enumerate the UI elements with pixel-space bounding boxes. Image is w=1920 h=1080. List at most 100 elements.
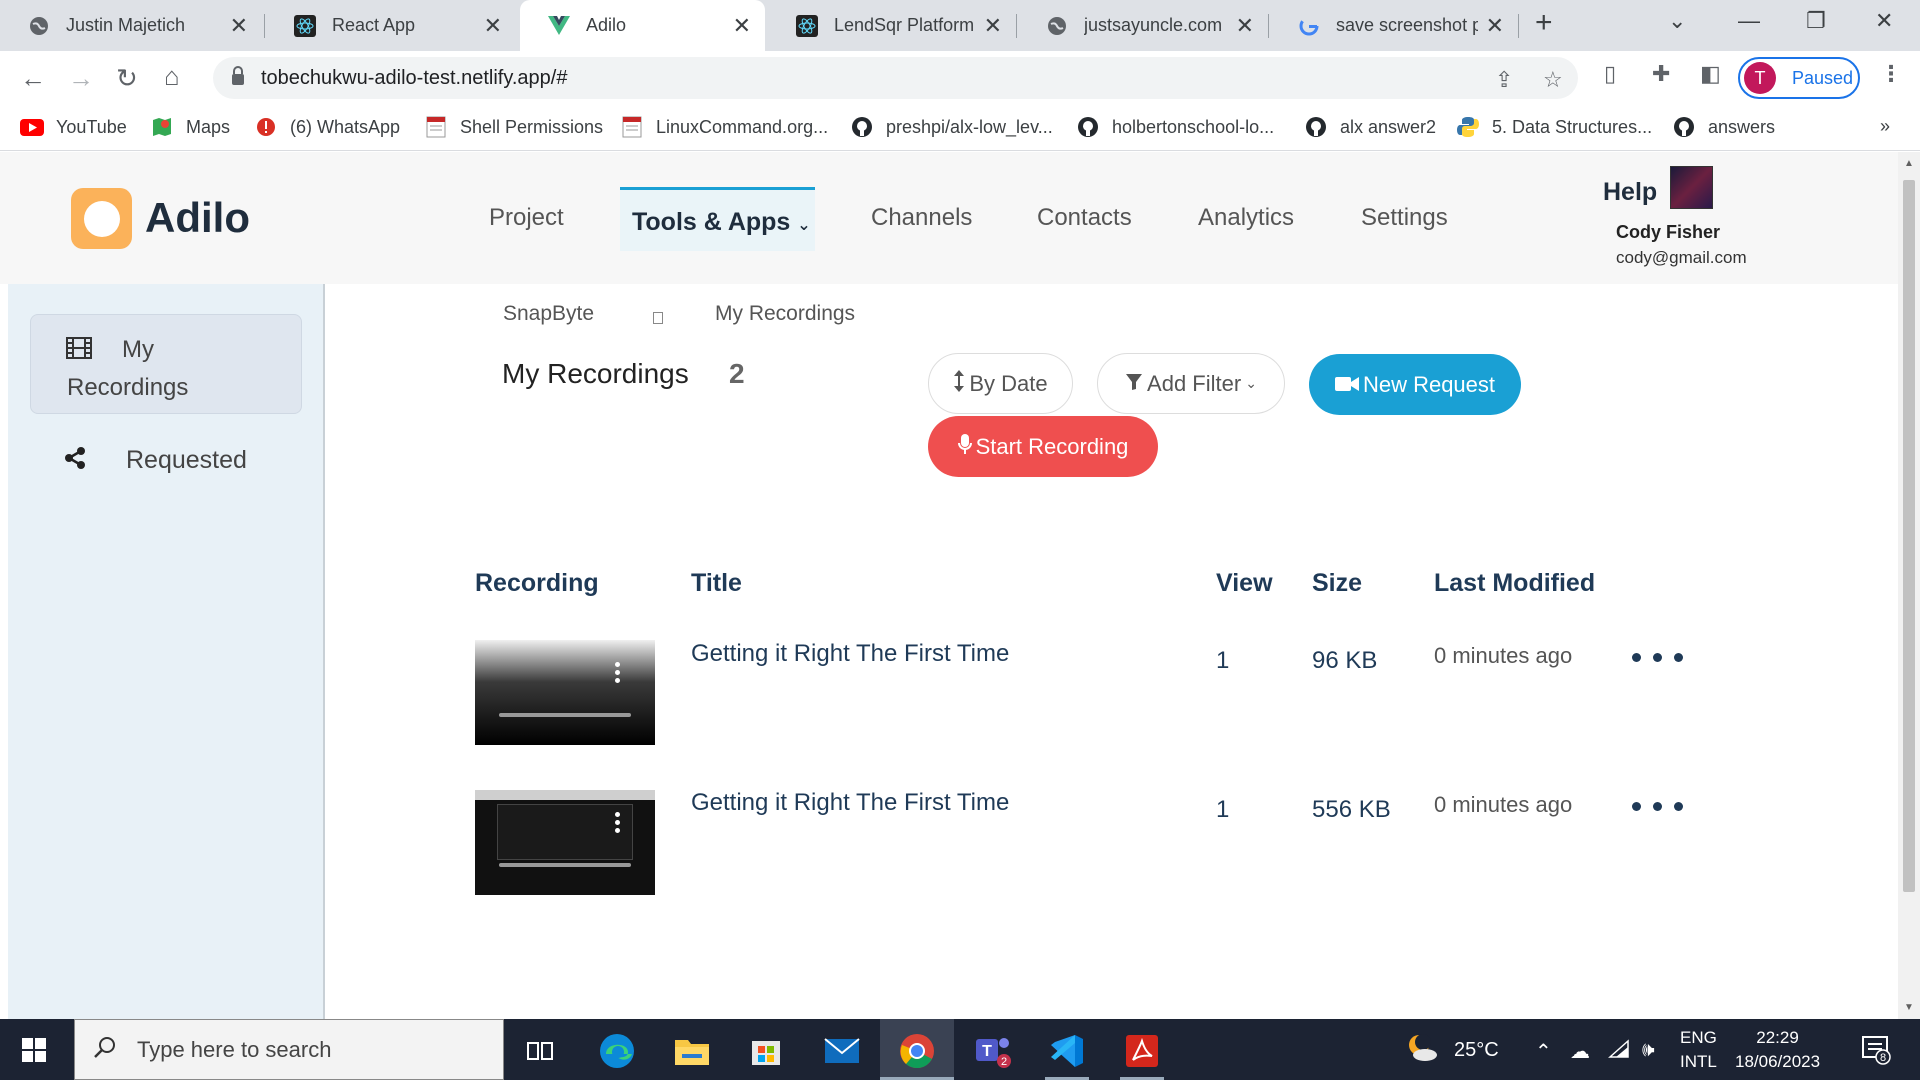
breadcrumb-current: My Recordings bbox=[715, 302, 856, 325]
scroll-down-icon[interactable]: ▼ bbox=[1904, 1002, 1914, 1013]
wifi-icon[interactable] bbox=[1608, 1039, 1630, 1065]
close-tab-icon[interactable]: ✕ bbox=[984, 13, 1002, 39]
more-menu-icon[interactable]: ⋮ bbox=[1880, 61, 1902, 87]
mail-icon[interactable] bbox=[820, 1029, 864, 1073]
minimize-button[interactable]: — bbox=[1738, 8, 1760, 34]
windows-start-icon[interactable] bbox=[22, 1038, 46, 1062]
teams-icon[interactable]: T2 bbox=[970, 1029, 1014, 1073]
thumbnail-menu-icon[interactable] bbox=[615, 812, 620, 836]
close-tab-icon[interactable]: ✕ bbox=[1236, 13, 1254, 39]
share-icon[interactable]: ⇪ bbox=[1495, 67, 1513, 93]
close-tab-icon[interactable]: ✕ bbox=[733, 13, 751, 39]
bookmark-data-structures[interactable]: 5. Data Structures... bbox=[1456, 116, 1652, 138]
weather-icon[interactable] bbox=[1405, 1033, 1439, 1069]
notifications-icon[interactable]: 8 bbox=[1860, 1033, 1892, 1071]
volume-icon[interactable]: 🕪 bbox=[1642, 1039, 1655, 1062]
sidebar: My Recordings Requested bbox=[8, 284, 325, 1019]
taskbar-search[interactable]: Type here to search bbox=[74, 1019, 504, 1080]
reading-mode-icon[interactable]: ▯ bbox=[1604, 61, 1616, 87]
address-bar[interactable]: tobechukwu-adilo-test.netlify.app/# ⇪ ☆ bbox=[213, 57, 1578, 99]
bookmark-holbertonschool[interactable]: holbertonschool-lo... bbox=[1076, 116, 1274, 138]
more-options-icon[interactable] bbox=[1632, 802, 1683, 811]
side-panel-icon[interactable]: ◧ bbox=[1700, 61, 1721, 87]
microsoft-store-icon[interactable] bbox=[744, 1029, 788, 1073]
recording-thumbnail[interactable] bbox=[475, 790, 655, 895]
search-placeholder: Type here to search bbox=[137, 1036, 332, 1062]
scroll-up-icon[interactable]: ▲ bbox=[1904, 158, 1914, 169]
clock[interactable]: 22:29 18/06/2023 bbox=[1735, 1026, 1820, 1074]
page-scrollbar[interactable]: ▲ ▼ bbox=[1898, 152, 1920, 1019]
scrollbar-thumb[interactable] bbox=[1903, 180, 1915, 892]
recording-views: 1 bbox=[1216, 796, 1230, 823]
recording-thumbnail[interactable] bbox=[475, 640, 655, 745]
forward-button[interactable]: → bbox=[68, 63, 94, 94]
bookmark-answers[interactable]: answers bbox=[1672, 116, 1775, 138]
nav-analytics[interactable]: Analytics bbox=[1198, 204, 1294, 232]
back-button[interactable]: ← bbox=[20, 63, 46, 94]
nav-contacts[interactable]: Contacts bbox=[1037, 204, 1132, 232]
nav-settings[interactable]: Settings bbox=[1361, 204, 1448, 232]
tab-google-search[interactable]: save screenshot pc ✕ bbox=[1270, 0, 1518, 51]
extensions-icon[interactable]: ✚ bbox=[1652, 61, 1670, 87]
show-hidden-icons-icon[interactable]: ⌃ bbox=[1535, 1039, 1552, 1064]
restore-button[interactable]: ❐ bbox=[1806, 8, 1826, 34]
file-explorer-icon[interactable] bbox=[670, 1029, 714, 1073]
tab-lendsqr[interactable]: LendSqr Platform ✕ bbox=[768, 0, 1016, 51]
close-tab-icon[interactable]: ✕ bbox=[1486, 13, 1504, 39]
more-options-icon[interactable] bbox=[1632, 653, 1683, 662]
thumbnail-menu-icon[interactable] bbox=[615, 662, 620, 686]
github-icon bbox=[1304, 116, 1328, 138]
onedrive-icon[interactable]: ☁ bbox=[1570, 1039, 1590, 1064]
chrome-icon[interactable] bbox=[895, 1029, 939, 1073]
nav-project[interactable]: Project bbox=[489, 204, 564, 232]
tab-react-app[interactable]: React App ✕ bbox=[266, 0, 516, 51]
close-tab-icon[interactable]: ✕ bbox=[484, 13, 502, 39]
nav-tools-apps[interactable]: Tools & Apps ⌄ bbox=[620, 187, 815, 251]
close-tab-icon[interactable]: ✕ bbox=[230, 13, 248, 39]
adilo-logo-icon[interactable] bbox=[71, 188, 132, 249]
profile-button[interactable]: T Paused bbox=[1738, 57, 1860, 99]
language-indicator[interactable]: ENG INTL bbox=[1680, 1026, 1717, 1074]
sort-by-date-button[interactable]: By Date bbox=[928, 353, 1073, 414]
new-tab-button[interactable]: + bbox=[1535, 6, 1553, 40]
tab-search-icon[interactable]: ⌄ bbox=[1668, 8, 1686, 34]
task-view-icon[interactable] bbox=[518, 1029, 562, 1073]
bookmark-star-icon[interactable]: ☆ bbox=[1543, 67, 1563, 93]
tab-adilo[interactable]: Adilo ✕ bbox=[520, 0, 765, 51]
reload-button[interactable]: ↻ bbox=[116, 63, 138, 94]
user-avatar[interactable] bbox=[1670, 166, 1713, 209]
nav-channels[interactable]: Channels bbox=[871, 204, 972, 232]
bookmarks-overflow-button[interactable]: » bbox=[1880, 116, 1890, 137]
bookmark-whatsapp[interactable]: (6) WhatsApp bbox=[254, 116, 400, 138]
new-request-button[interactable]: New Request bbox=[1309, 354, 1521, 415]
add-filter-button[interactable]: Add Filter ⌄ bbox=[1097, 353, 1285, 414]
edge-browser-icon[interactable] bbox=[595, 1029, 639, 1073]
logo-text[interactable]: Adilo bbox=[145, 194, 250, 242]
recording-title[interactable]: Getting it Right The First Time bbox=[691, 789, 1009, 817]
page-icon bbox=[424, 116, 448, 138]
close-window-button[interactable]: ✕ bbox=[1875, 8, 1893, 34]
bookmark-alx-answer2[interactable]: alx answer2 bbox=[1304, 116, 1436, 138]
profile-status: Paused bbox=[1792, 67, 1854, 88]
acrobat-icon[interactable] bbox=[1120, 1029, 1164, 1073]
home-icon[interactable]: ⌂ bbox=[164, 61, 180, 92]
bookmark-youtube[interactable]: YouTube bbox=[20, 116, 127, 138]
bookmark-maps[interactable]: Maps bbox=[150, 116, 230, 138]
recording-title[interactable]: Getting it Right The First Time bbox=[691, 640, 1009, 668]
start-recording-button[interactable]: Start Recording bbox=[928, 416, 1158, 477]
help-link[interactable]: Help bbox=[1603, 178, 1657, 207]
clock-date: 18/06/2023 bbox=[1735, 1052, 1821, 1071]
sidebar-item-my-recordings[interactable]: My Recordings bbox=[30, 314, 302, 414]
weather-temperature[interactable]: 25°C bbox=[1454, 1039, 1499, 1062]
sidebar-item-requested[interactable]: Requested bbox=[64, 446, 247, 475]
bookmark-shell-permissions[interactable]: Shell Permissions bbox=[424, 116, 603, 138]
vscode-icon[interactable] bbox=[1045, 1029, 1089, 1073]
chevron-down-icon: ⌄ bbox=[797, 217, 811, 234]
breadcrumb-snapbyte[interactable]: SnapByte bbox=[503, 302, 594, 326]
video-camera-icon bbox=[1334, 372, 1363, 398]
bookmark-linuxcommand[interactable]: LinuxCommand.org... bbox=[620, 116, 828, 138]
tab-justsayuncle[interactable]: justsayuncle.com ✕ bbox=[1018, 0, 1268, 51]
lock-icon[interactable] bbox=[231, 66, 245, 91]
tab-justin-majetich[interactable]: Justin Majetich ✕ bbox=[0, 0, 262, 51]
bookmark-preshpi[interactable]: preshpi/alx-low_lev... bbox=[850, 116, 1053, 138]
